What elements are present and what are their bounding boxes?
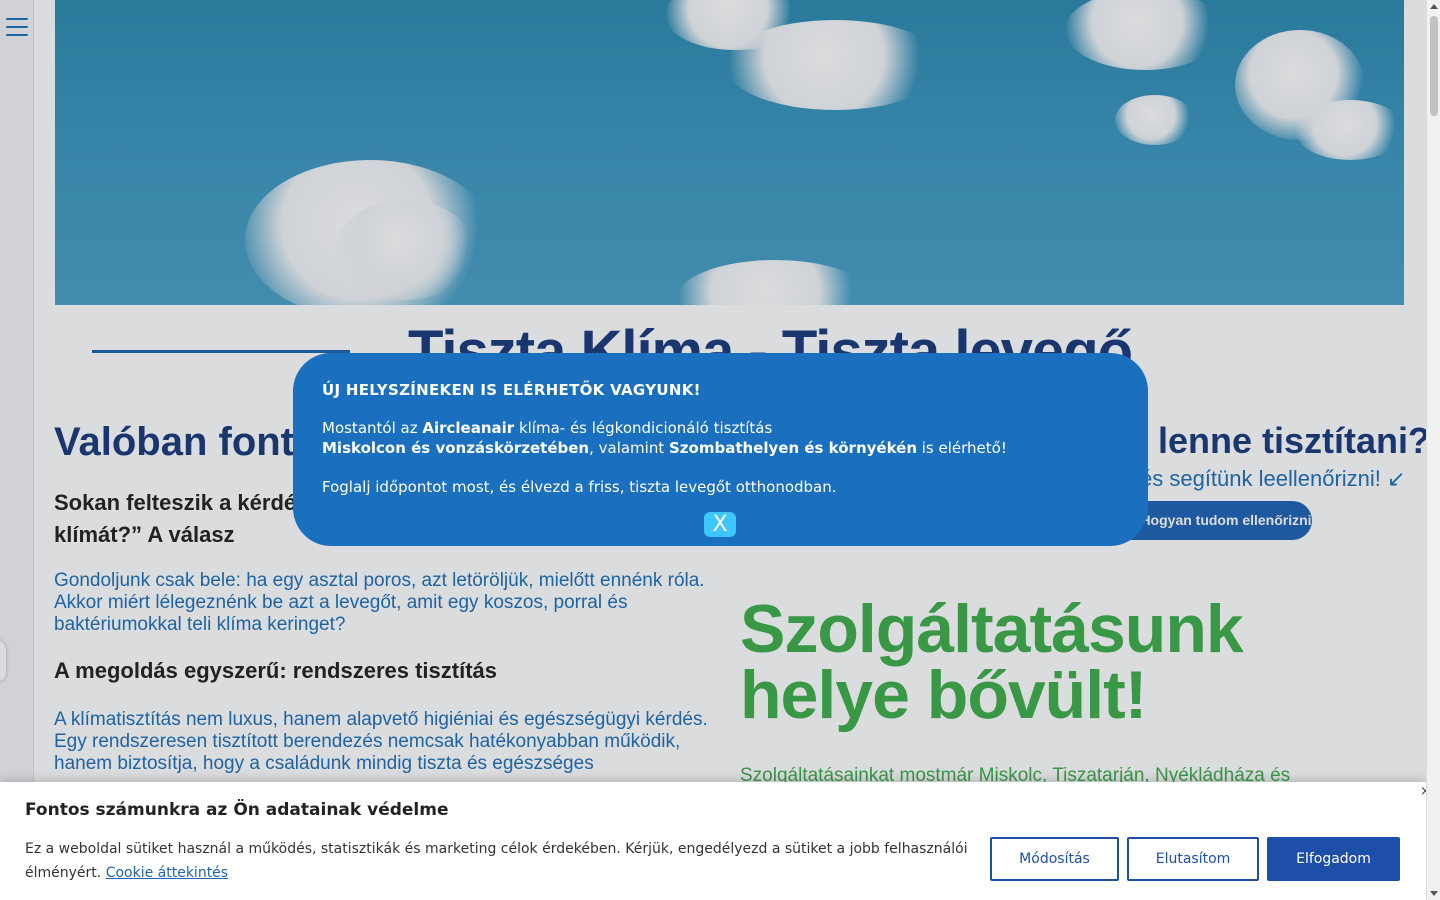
cookie-accept-button[interactable]: Elfogadom xyxy=(1267,837,1400,881)
scroll-thumb[interactable] xyxy=(1430,16,1438,116)
scroll-up-arrow-icon[interactable] xyxy=(1430,4,1438,9)
popup-line-1: Mostantól az Aircleanair klíma- és légko… xyxy=(322,419,773,437)
cookie-overview-link[interactable]: Cookie áttekintés xyxy=(106,865,228,881)
cookie-text: Ez a weboldal sütiket használ a működés,… xyxy=(25,841,968,881)
popup-line-2: Miskolcon és vonzáskörzetében, valamint … xyxy=(322,439,1007,457)
cookie-title: Fontos számunkra az Ön adatainak védelme xyxy=(25,800,449,820)
scrollbar[interactable] xyxy=(1426,0,1440,900)
popup-line-3: Foglalj időpontot most, és élvezd a fris… xyxy=(322,478,837,496)
cookie-modify-button[interactable]: Módosítás xyxy=(990,837,1119,881)
cookie-banner: × Fontos számunkra az Ön adatainak védel… xyxy=(0,782,1431,900)
popup-close-button[interactable]: X xyxy=(704,512,736,537)
announcement-popup: ÚJ HELYSZÍNEKEN IS ELÉRHETŐK VAGYUNK! Mo… xyxy=(293,353,1148,546)
cookie-reject-button[interactable]: Elutasítom xyxy=(1127,837,1259,881)
scroll-down-arrow-icon[interactable] xyxy=(1430,891,1438,896)
popup-title: ÚJ HELYSZÍNEKEN IS ELÉRHETŐK VAGYUNK! xyxy=(322,381,701,399)
